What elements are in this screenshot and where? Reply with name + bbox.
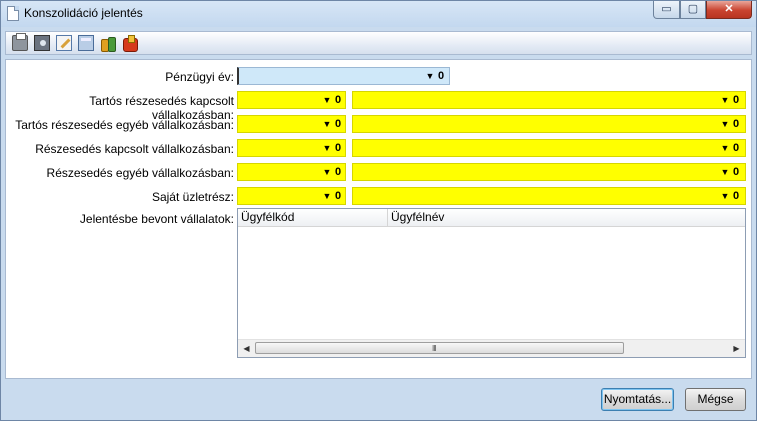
horizontal-scrollbar[interactable]: ◀ III ▶ xyxy=(238,339,745,357)
left-combo[interactable]: ▼ 0 xyxy=(237,91,346,109)
row-label: Saját üzletrész: xyxy=(151,190,234,204)
paperclip-icon[interactable]: 0 xyxy=(733,93,741,107)
column-header-client-name[interactable]: Ügyfélnév xyxy=(391,211,444,224)
dialog-window: Konszolidáció jelentés ▭ ▢ ✕ Pénzügyi év… xyxy=(0,0,757,421)
document-icon xyxy=(7,6,19,21)
paperclip-icon[interactable]: 0 xyxy=(335,117,343,131)
paperclip-icon[interactable]: 0 xyxy=(335,165,343,179)
scroll-thumb[interactable]: III xyxy=(255,342,624,354)
paperclip-icon[interactable]: 0 xyxy=(733,117,741,131)
chevron-down-icon[interactable]: ▼ xyxy=(720,94,730,106)
chevron-down-icon[interactable]: ▼ xyxy=(322,118,332,130)
chevron-down-icon[interactable]: ▼ xyxy=(322,166,332,178)
maximize-button[interactable]: ▢ xyxy=(680,1,706,19)
chevron-down-icon[interactable]: ▼ xyxy=(322,190,332,202)
exit-icon[interactable] xyxy=(122,35,138,52)
paperclip-icon[interactable]: 0 xyxy=(438,69,446,83)
chevron-down-icon[interactable]: ▼ xyxy=(720,142,730,154)
paperclip-icon[interactable]: 0 xyxy=(733,165,741,179)
fiscal-year-label: Pénzügyi év: xyxy=(165,70,234,84)
row-label: Részesedés kapcsolt vállalkozásban: xyxy=(35,142,234,156)
right-combo[interactable]: ▼ 0 xyxy=(352,163,746,181)
right-combo[interactable]: ▼ 0 xyxy=(352,139,746,157)
right-combo[interactable]: ▼ 0 xyxy=(352,91,746,109)
paperclip-icon[interactable]: 0 xyxy=(733,189,741,203)
paperclip-icon[interactable]: 0 xyxy=(335,141,343,155)
chevron-down-icon[interactable]: ▼ xyxy=(720,190,730,202)
companies-label: Jelentésbe bevont vállalatok: xyxy=(79,212,234,226)
footer-bar: Nyomtatás... Mégse xyxy=(5,381,752,418)
chevron-down-icon[interactable]: ▼ xyxy=(720,166,730,178)
left-combo[interactable]: ▼ 0 xyxy=(237,115,346,133)
paperclip-icon[interactable]: 0 xyxy=(733,141,741,155)
row-label: Részesedés egyéb vállalkozásban: xyxy=(46,166,234,180)
coins-icon[interactable] xyxy=(100,35,116,52)
fiscal-year-combo[interactable]: ▼ 0 xyxy=(237,67,450,85)
title-bar[interactable]: Konszolidáció jelentés ▭ ▢ ✕ xyxy=(1,1,756,27)
left-combo[interactable]: ▼ 0 xyxy=(237,163,346,181)
column-divider[interactable] xyxy=(387,209,388,226)
left-combo[interactable]: ▼ 0 xyxy=(237,187,346,205)
paperclip-icon[interactable]: 0 xyxy=(335,189,343,203)
print-preview-icon[interactable] xyxy=(34,35,50,51)
chevron-down-icon[interactable]: ▼ xyxy=(720,118,730,130)
toolbar xyxy=(5,31,752,55)
calculator-icon[interactable] xyxy=(78,35,94,51)
chevron-down-icon[interactable]: ▼ xyxy=(425,70,435,82)
companies-grid[interactable]: Ügyfélkód Ügyfélnév ◀ III ▶ xyxy=(237,208,746,358)
scroll-left-icon[interactable]: ◀ xyxy=(238,340,255,357)
right-combo[interactable]: ▼ 0 xyxy=(352,187,746,205)
print-button[interactable]: Nyomtatás... xyxy=(601,388,674,411)
right-combo[interactable]: ▼ 0 xyxy=(352,115,746,133)
scroll-right-icon[interactable]: ▶ xyxy=(728,340,745,357)
row-label: Tartós részesedés egyéb vállalkozásban: xyxy=(15,118,234,132)
grid-header: Ügyfélkód Ügyfélnév xyxy=(238,209,745,227)
column-header-client-code[interactable]: Ügyfélkód xyxy=(241,211,294,224)
grip-icon: III xyxy=(432,344,437,353)
chevron-down-icon[interactable]: ▼ xyxy=(322,142,332,154)
edit-icon[interactable] xyxy=(56,35,72,51)
cancel-button[interactable]: Mégse xyxy=(685,388,746,411)
left-combo[interactable]: ▼ 0 xyxy=(237,139,346,157)
window-title: Konszolidáció jelentés xyxy=(24,6,143,20)
paperclip-icon[interactable]: 0 xyxy=(335,93,343,107)
form-panel: Pénzügyi év: ▼ 0 Tartós részesedés kapcs… xyxy=(5,59,752,379)
minimize-button[interactable]: ▭ xyxy=(653,1,680,19)
chevron-down-icon[interactable]: ▼ xyxy=(322,94,332,106)
printer-icon[interactable] xyxy=(12,33,28,51)
close-button[interactable]: ✕ xyxy=(706,1,752,19)
